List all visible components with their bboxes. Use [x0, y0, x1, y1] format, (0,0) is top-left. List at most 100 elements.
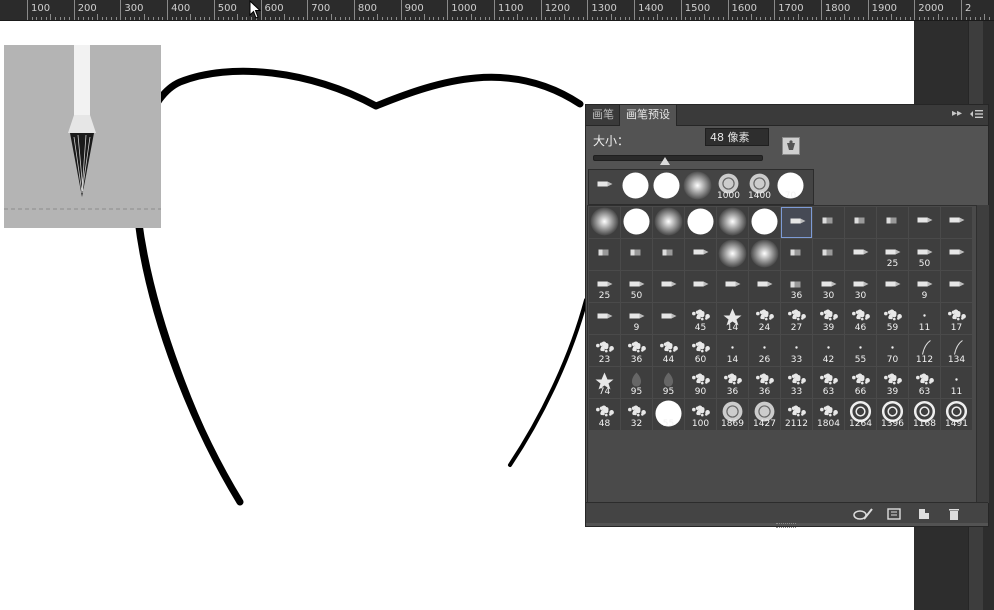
brush-preset-item[interactable]: [717, 239, 748, 270]
tab-brush[interactable]: 画笔: [586, 105, 620, 125]
brush-preset-item[interactable]: 27: [781, 303, 812, 334]
brush-preset-item[interactable]: 25: [877, 239, 908, 270]
double-chevron-right-icon[interactable]: ▸▸: [952, 108, 962, 119]
brush-preset-item[interactable]: 36: [621, 335, 652, 366]
brush-preset-item[interactable]: [941, 207, 972, 238]
brush-preset-item[interactable]: 24: [749, 303, 780, 334]
tab-brush-presets[interactable]: 画笔预设: [619, 105, 677, 126]
panel-resize-grip[interactable]: [776, 523, 796, 528]
brush-preset-item[interactable]: [813, 239, 844, 270]
brush-preset-item[interactable]: 50: [909, 239, 940, 270]
brush-preset-item[interactable]: 11: [941, 367, 972, 398]
brush-preset-item[interactable]: 39: [813, 303, 844, 334]
brush-preset-item[interactable]: 48: [589, 399, 620, 430]
brush-preset-item[interactable]: 1804: [813, 399, 844, 430]
brush-preset-item[interactable]: [717, 207, 748, 238]
brush-preset-item[interactable]: [653, 207, 684, 238]
brush-preset-item[interactable]: 95: [653, 367, 684, 398]
brush-preset-item[interactable]: 90: [685, 367, 716, 398]
brush-preset-item[interactable]: 46: [845, 303, 876, 334]
brush-preset-item[interactable]: 74: [589, 367, 620, 398]
brush-preset-item[interactable]: [909, 207, 940, 238]
brush-preset-item[interactable]: [717, 271, 748, 302]
recent-brush-item[interactable]: [651, 171, 682, 202]
brush-preset-item[interactable]: [653, 271, 684, 302]
brush-preset-item[interactable]: [941, 239, 972, 270]
brush-preset-item[interactable]: 26: [749, 335, 780, 366]
brush-preset-item[interactable]: [845, 239, 876, 270]
brush-preset-item[interactable]: 44: [653, 335, 684, 366]
brush-preset-item[interactable]: 45: [685, 303, 716, 334]
recent-brush-item[interactable]: [682, 171, 713, 202]
size-input[interactable]: 48 像素: [705, 128, 769, 146]
brush-preset-item[interactable]: 36: [717, 367, 748, 398]
recent-brush-item[interactable]: [589, 171, 620, 202]
brush-preset-item[interactable]: 100: [685, 399, 716, 430]
brush-preset-item[interactable]: 60: [685, 335, 716, 366]
brush-preset-item[interactable]: [653, 239, 684, 270]
brush-preset-item[interactable]: 63: [909, 367, 940, 398]
brush-preset-item[interactable]: 2112: [781, 399, 812, 430]
toggle-brush-panel-icon[interactable]: [852, 506, 873, 520]
brush-preset-reset-icon[interactable]: [782, 137, 800, 155]
brush-preset-item[interactable]: 36: [749, 367, 780, 398]
brush-preset-item[interactable]: [781, 239, 812, 270]
brush-preset-item[interactable]: 70: [877, 335, 908, 366]
brush-preset-item[interactable]: 32: [621, 399, 652, 430]
brush-preset-item[interactable]: [621, 239, 652, 270]
brush-preset-item[interactable]: [653, 303, 684, 334]
brush-preset-item[interactable]: [685, 207, 716, 238]
brush-preset-item[interactable]: 1168: [909, 399, 940, 430]
brush-preset-item[interactable]: 55: [653, 399, 684, 430]
brush-preset-item[interactable]: [589, 303, 620, 334]
recent-brush-item[interactable]: 1000: [713, 171, 744, 202]
brush-preset-item[interactable]: 25: [589, 271, 620, 302]
brush-preset-item[interactable]: 14: [717, 335, 748, 366]
brush-preset-item[interactable]: 59: [877, 303, 908, 334]
brush-preset-item[interactable]: [749, 207, 780, 238]
preset-grid-scrollbar[interactable]: [976, 205, 989, 503]
brush-preset-item[interactable]: [749, 271, 780, 302]
brush-preset-item[interactable]: 1264: [845, 399, 876, 430]
trash-icon[interactable]: [946, 506, 962, 520]
brush-preset-item[interactable]: 55: [845, 335, 876, 366]
recent-brush-item[interactable]: 1400: [744, 171, 775, 202]
brush-preset-item[interactable]: 1491: [941, 399, 972, 430]
brush-preset-item[interactable]: 134: [941, 335, 972, 366]
grid-view-icon[interactable]: [886, 506, 902, 520]
brush-preset-item[interactable]: 30: [845, 271, 876, 302]
size-slider-handle[interactable]: [660, 157, 671, 165]
brush-preset-item[interactable]: 1869: [717, 399, 748, 430]
brush-preset-item[interactable]: [589, 239, 620, 270]
brush-preset-item[interactable]: [845, 207, 876, 238]
brush-preset-item[interactable]: 33: [781, 367, 812, 398]
brush-preset-item[interactable]: 95: [621, 367, 652, 398]
brush-preset-item[interactable]: 1396: [877, 399, 908, 430]
brush-preset-item[interactable]: 42: [813, 335, 844, 366]
brush-preset-item[interactable]: [877, 271, 908, 302]
brush-preset-item[interactable]: 11: [909, 303, 940, 334]
brush-preset-item[interactable]: [749, 239, 780, 270]
brush-preset-item[interactable]: [877, 207, 908, 238]
brush-preset-item[interactable]: 14: [717, 303, 748, 334]
panel-menu-icon[interactable]: [968, 107, 984, 121]
brush-preset-item[interactable]: [589, 207, 620, 238]
brush-preset-item[interactable]: 36: [781, 271, 812, 302]
brush-preset-item[interactable]: [813, 207, 844, 238]
size-slider[interactable]: [593, 155, 763, 161]
brush-preset-item[interactable]: 63: [813, 367, 844, 398]
brush-preset-item[interactable]: 39: [877, 367, 908, 398]
brush-preset-item[interactable]: 17: [941, 303, 972, 334]
brush-preset-item[interactable]: [685, 239, 716, 270]
brush-preset-item[interactable]: 9: [909, 271, 940, 302]
brush-preset-item[interactable]: [685, 271, 716, 302]
brush-preset-item[interactable]: 1427: [749, 399, 780, 430]
recent-brush-item[interactable]: [620, 171, 651, 202]
brush-preset-item[interactable]: [621, 207, 652, 238]
brush-preset-item[interactable]: 30: [813, 271, 844, 302]
brush-preset-item[interactable]: [781, 207, 812, 238]
brush-preset-item[interactable]: 66: [845, 367, 876, 398]
brush-preset-item[interactable]: [941, 271, 972, 302]
brush-preset-item[interactable]: 112: [909, 335, 940, 366]
brush-preset-item[interactable]: 9: [621, 303, 652, 334]
